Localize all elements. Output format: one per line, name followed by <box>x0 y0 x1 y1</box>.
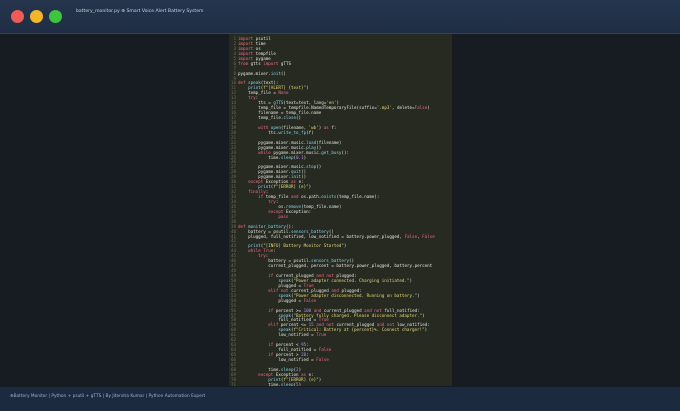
minimize-window-button[interactable] <box>30 10 43 23</box>
code-text: temp_file.close() <box>258 115 302 120</box>
code-text: low_notified = True <box>278 332 327 338</box>
status-bar: ⊕Battery Monitor | Python + psutil + gTT… <box>0 387 680 411</box>
code-line[interactable]: 71 time.sleep(5) <box>229 381 452 386</box>
window-title: battery_monitor.py ⊕ Smart Voice Alert B… <box>76 9 204 14</box>
code-text: current_plugged, percent = battery.power… <box>268 263 433 269</box>
code-text: from gtts import gTTS <box>238 60 292 66</box>
code-text: pygame.mixer.init() <box>238 70 286 76</box>
status-text: ⊕Battery Monitor | Python + psutil + gTT… <box>10 394 206 399</box>
code-editor[interactable]: 1 import psutil 2 import time 3 import os 4 imp… <box>229 34 452 386</box>
window-titlebar: battery_monitor.py ⊕ Smart Voice Alert B… <box>0 0 680 34</box>
code-area[interactable]: 1 import psutil 2 import time 3 import os 4 imp… <box>229 36 452 386</box>
code-text: plugged = False <box>278 297 317 303</box>
code-text: time.sleep(5) <box>268 381 302 386</box>
code-text: tts.write_to_fp(f) <box>268 129 314 135</box>
code-text: time.sleep(0.1) <box>268 154 307 160</box>
line-number: 71 <box>230 381 236 386</box>
code-text: plugged, full_notified, low_notified = b… <box>248 233 435 239</box>
close-window-button[interactable] <box>11 10 24 23</box>
code-text: pass <box>278 213 289 219</box>
maximize-window-button[interactable] <box>49 10 62 23</box>
code-text: low_notified = False <box>278 356 329 362</box>
